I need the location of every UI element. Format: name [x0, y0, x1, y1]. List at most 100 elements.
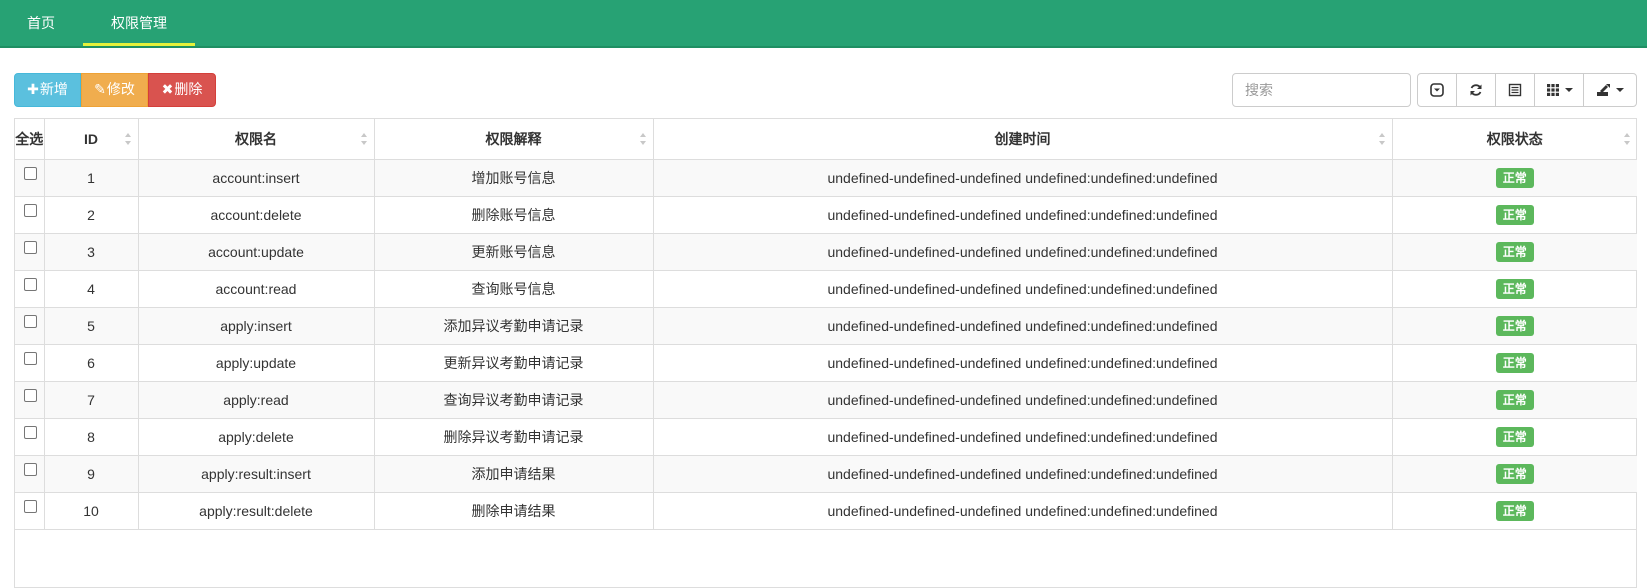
row-checkbox[interactable]	[24, 278, 37, 292]
cell-id: 9	[44, 455, 139, 493]
row-checkbox[interactable]	[24, 500, 37, 514]
cell-id: 2	[44, 196, 139, 234]
sort-icon	[124, 133, 132, 145]
pencil-icon: ✎	[94, 82, 106, 98]
status-badge: 正常	[1495, 500, 1534, 521]
cell-id: 3	[44, 233, 139, 271]
export-icon	[1596, 83, 1611, 97]
cell-created-time: undefined-undefined-undefined undefined:…	[653, 344, 1393, 382]
table-row[interactable]: 7 apply:read 查询异议考勤申请记录 undefined-undefined…	[15, 381, 1637, 419]
cell-permission-description: 查询账号信息	[374, 270, 654, 308]
column-header-created-time[interactable]: 创建时间	[653, 119, 1393, 160]
columns-dropdown-button[interactable]	[1534, 73, 1584, 107]
chevron-down-icon	[1564, 88, 1573, 92]
cell-permission-name: apply:result:delete	[138, 492, 375, 530]
list-view-button[interactable]	[1495, 73, 1535, 107]
table-row[interactable]: 2 account:delete 删除账号信息 undefined-undefined…	[15, 196, 1637, 234]
column-header-status[interactable]: 权限状态	[1392, 119, 1637, 160]
column-header-name[interactable]: 权限名	[138, 119, 375, 160]
cell-permission-description: 更新账号信息	[374, 233, 654, 271]
cell-created-time: undefined-undefined-undefined undefined:…	[653, 270, 1393, 308]
select-all-header[interactable]: 全选	[15, 119, 45, 160]
row-checkbox[interactable]	[24, 352, 37, 366]
row-select-cell	[15, 418, 45, 456]
column-header-description-label: 权限解释	[485, 130, 542, 147]
sort-icon	[639, 133, 647, 145]
cell-id: 8	[44, 418, 139, 456]
row-select-cell	[15, 455, 45, 493]
cell-permission-name: apply:result:insert	[138, 455, 375, 493]
sort-icon	[1624, 133, 1631, 145]
sort-icon	[1378, 133, 1386, 145]
toggle-view-button[interactable]	[1417, 73, 1457, 107]
cell-permission-description: 添加异议考勤申请记录	[374, 307, 654, 345]
column-header-status-label: 权限状态	[1486, 130, 1543, 147]
cell-id: 5	[44, 307, 139, 345]
table-row[interactable]: 5 apply:insert 添加异议考勤申请记录 undefined-undefin…	[15, 307, 1637, 345]
row-checkbox[interactable]	[24, 389, 37, 403]
table-row[interactable]: 9 apply:result:insert 添加申请结果 undefined-unde…	[15, 455, 1637, 493]
cell-permission-name: apply:update	[138, 344, 375, 382]
cell-status: 正常	[1392, 270, 1637, 308]
export-dropdown-button[interactable]	[1583, 73, 1637, 107]
status-badge: 正常	[1495, 463, 1534, 484]
cell-permission-name: apply:delete	[138, 418, 375, 456]
sort-icon	[360, 133, 368, 145]
status-badge: 正常	[1495, 204, 1534, 225]
edit-button[interactable]: ✎修改	[81, 73, 148, 107]
column-header-name-label: 权限名	[235, 130, 277, 147]
cell-created-time: undefined-undefined-undefined undefined:…	[653, 196, 1393, 234]
status-badge: 正常	[1495, 389, 1534, 410]
table-header-row: 全选 ID 权限名 权限解释 创建时间 权限状态	[15, 119, 1637, 160]
columns-icon	[1546, 83, 1560, 97]
add-button-label: 新增	[39, 82, 68, 98]
tab-permission-management[interactable]: 权限管理	[83, 0, 195, 46]
tab-home[interactable]: 首页	[14, 0, 68, 46]
cell-created-time: undefined-undefined-undefined undefined:…	[653, 381, 1393, 419]
cell-status: 正常	[1392, 307, 1637, 345]
refresh-button[interactable]	[1456, 73, 1496, 107]
cell-id: 7	[44, 381, 139, 419]
row-checkbox[interactable]	[24, 167, 37, 181]
cell-permission-description: 添加申请结果	[374, 455, 654, 493]
cell-id: 1	[44, 159, 139, 197]
row-select-cell	[15, 344, 45, 382]
column-header-id[interactable]: ID	[44, 119, 139, 160]
status-badge: 正常	[1495, 352, 1534, 373]
refresh-icon	[1469, 83, 1483, 97]
row-checkbox[interactable]	[24, 315, 37, 329]
table-row[interactable]: 4 account:read 查询账号信息 undefined-undefined-u…	[15, 270, 1637, 308]
cell-status: 正常	[1392, 159, 1637, 197]
cell-permission-description: 查询异议考勤申请记录	[374, 381, 654, 419]
search-input[interactable]	[1232, 73, 1411, 107]
toggle-icon	[1430, 83, 1444, 97]
delete-button[interactable]: ✖删除	[148, 73, 216, 107]
table-row[interactable]: 8 apply:delete 删除异议考勤申请记录 undefined-undefin…	[15, 418, 1637, 456]
row-select-cell	[15, 381, 45, 419]
cell-permission-name: account:insert	[138, 159, 375, 197]
table-row[interactable]: 6 apply:update 更新异议考勤申请记录 undefined-undefin…	[15, 344, 1637, 382]
table-row[interactable]: 1 account:insert 增加账号信息 undefined-undefined…	[15, 159, 1637, 197]
cell-created-time: undefined-undefined-undefined undefined:…	[653, 159, 1393, 197]
cell-created-time: undefined-undefined-undefined undefined:…	[653, 233, 1393, 271]
cell-id: 10	[44, 492, 139, 530]
row-select-cell	[15, 196, 45, 234]
cell-status: 正常	[1392, 381, 1637, 419]
row-checkbox[interactable]	[24, 241, 37, 255]
table-row[interactable]: 10 apply:result:delete 删除申请结果 undefined-und…	[15, 492, 1637, 530]
row-checkbox[interactable]	[24, 426, 37, 440]
cell-permission-name: apply:insert	[138, 307, 375, 345]
table-row[interactable]: 3 account:update 更新账号信息 undefined-undefined…	[15, 233, 1637, 271]
add-button[interactable]: ✚新增	[14, 73, 81, 107]
row-checkbox[interactable]	[24, 463, 37, 477]
row-select-cell	[15, 307, 45, 345]
column-header-description[interactable]: 权限解释	[374, 119, 654, 160]
x-icon: ✖	[161, 82, 174, 98]
row-checkbox[interactable]	[24, 204, 37, 218]
status-badge: 正常	[1495, 241, 1534, 262]
cell-permission-name: account:read	[138, 270, 375, 308]
cell-permission-name: account:delete	[138, 196, 375, 234]
cell-status: 正常	[1392, 455, 1637, 493]
cell-permission-description: 更新异议考勤申请记录	[374, 344, 654, 382]
list-view-icon	[1508, 83, 1522, 97]
